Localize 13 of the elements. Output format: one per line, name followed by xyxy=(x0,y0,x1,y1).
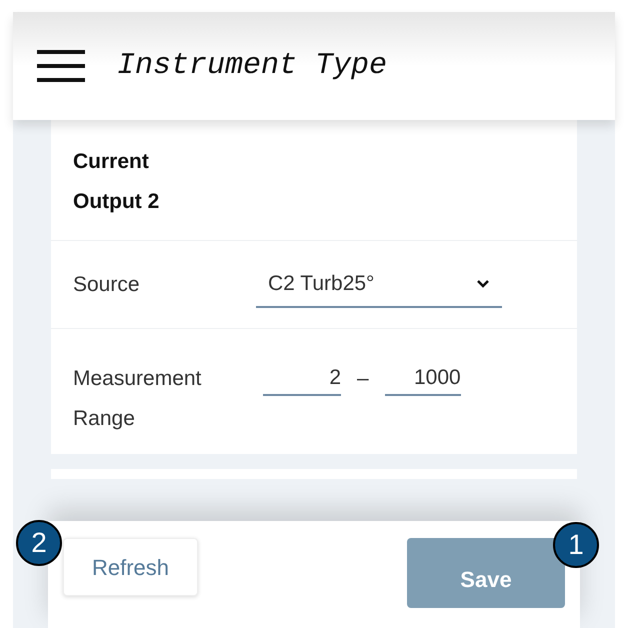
callout-marker: 2 xyxy=(16,520,62,566)
range-max-field[interactable]: 1000 xyxy=(384,362,461,396)
source-select[interactable]: C2 Turb25° xyxy=(256,262,502,308)
menu-icon[interactable] xyxy=(37,50,85,82)
section-title: Current Output 2 xyxy=(73,149,160,215)
range-label: Measurement Range xyxy=(73,366,202,432)
chevron-down-icon xyxy=(476,278,490,288)
range-separator: – xyxy=(357,366,369,392)
source-label: Source xyxy=(73,272,141,298)
refresh-button[interactable]: Refresh xyxy=(63,538,198,596)
range-min-field[interactable]: 2 xyxy=(263,362,341,396)
page-title: Instrument Type xyxy=(117,48,388,84)
callout-marker: 1 xyxy=(553,522,599,568)
